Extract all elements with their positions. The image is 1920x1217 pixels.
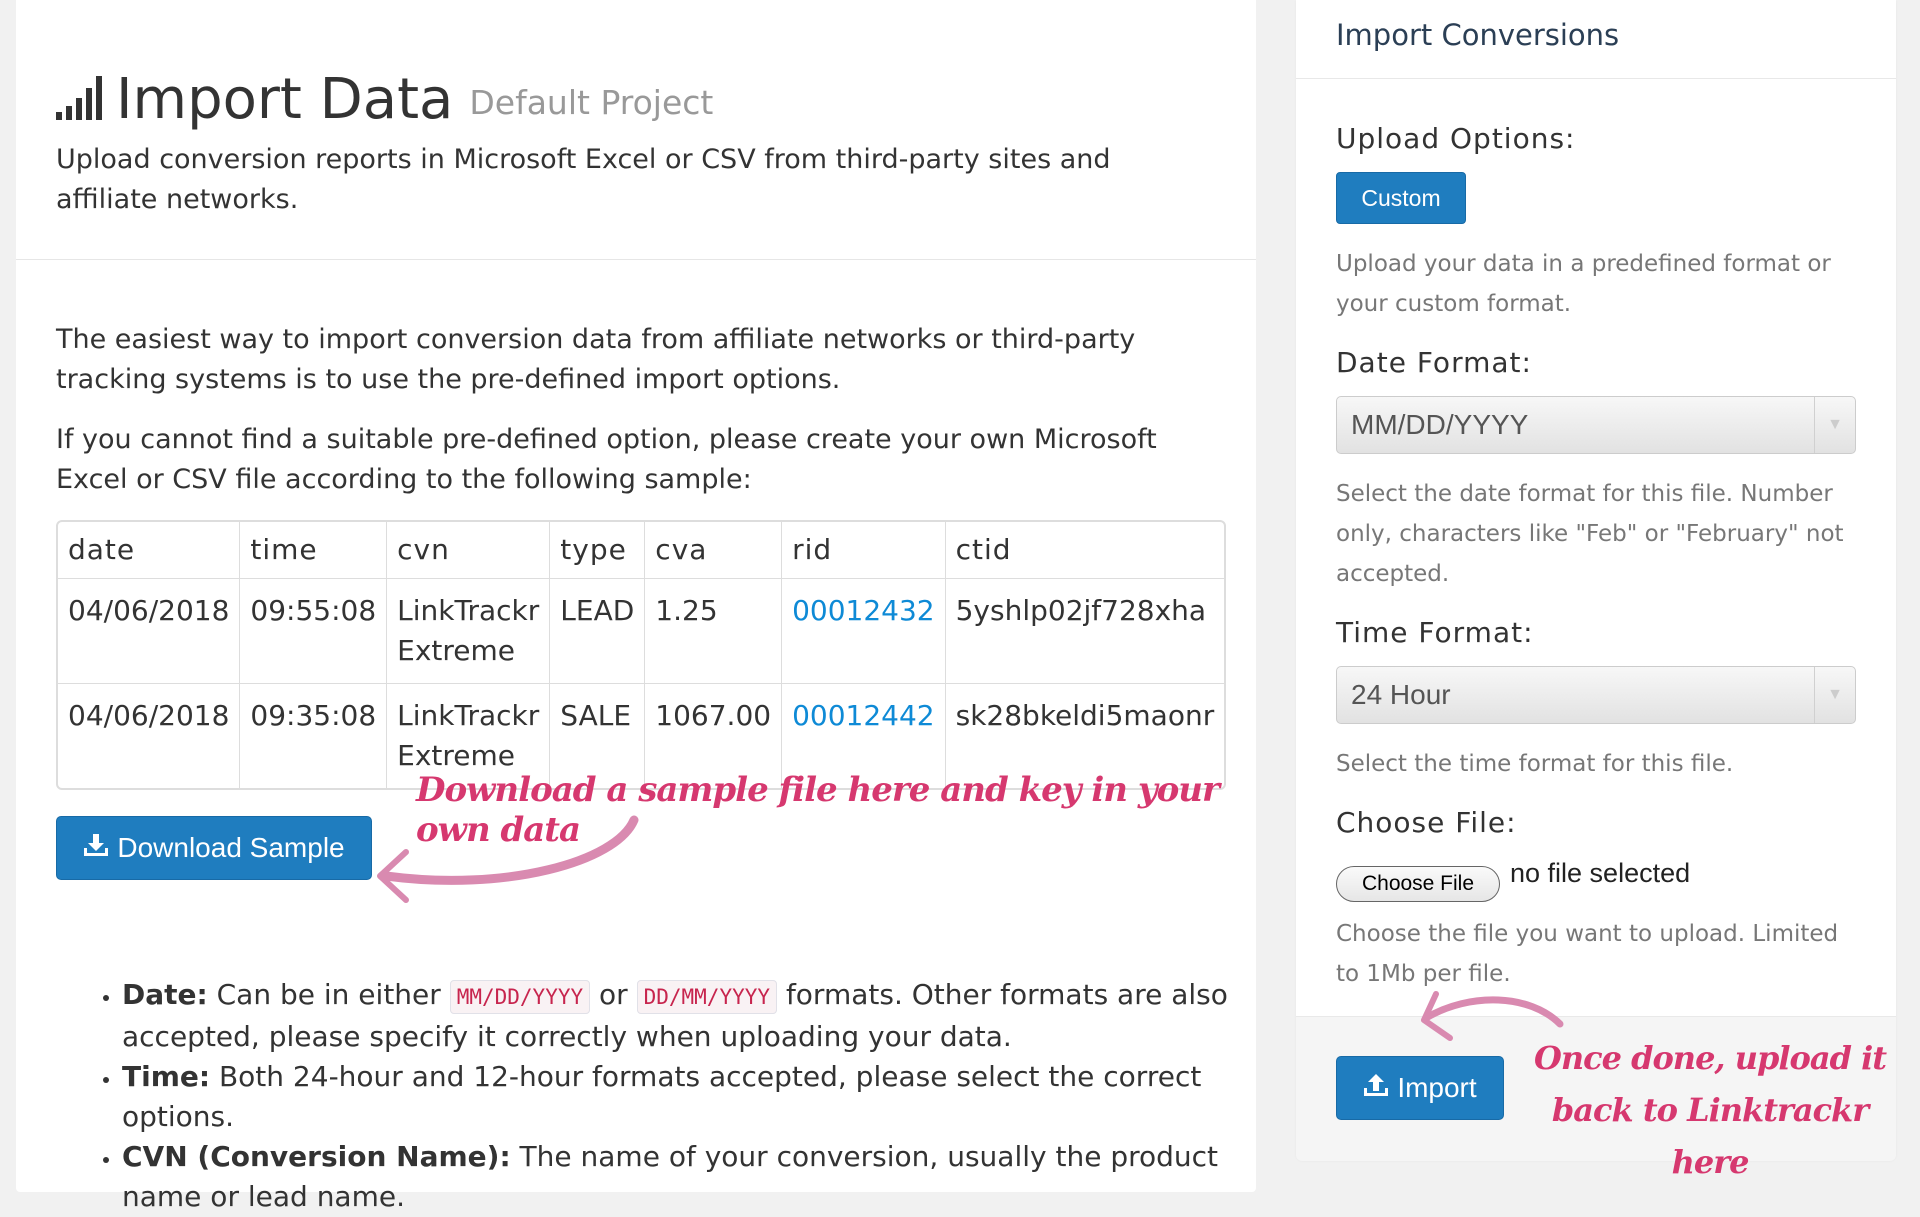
- time-format-select[interactable]: 24 Hour ▼: [1336, 666, 1856, 724]
- table-row: 04/06/2018 09:55:08 LinkTrackr Extreme L…: [58, 578, 1225, 683]
- download-sample-button[interactable]: Download Sample: [56, 816, 372, 880]
- cell-date: 04/06/2018: [58, 578, 240, 683]
- column-header: time: [239, 522, 386, 578]
- field-notes-list: Date: Can be in either MM/DD/YYYY or DD/…: [56, 975, 1302, 1217]
- choose-file-label: Choose File:: [1336, 806, 1517, 839]
- project-name: Default Project: [469, 83, 714, 122]
- note-time: Time: Both 24-hour and 12-hour formats a…: [122, 1057, 1302, 1137]
- date-format-value: MM/DD/YYYY: [1351, 409, 1529, 440]
- no-file-status: no file selected: [1510, 858, 1691, 888]
- note-date: Date: Can be in either MM/DD/YYYY or DD/…: [122, 975, 1302, 1057]
- note-text: or: [599, 978, 628, 1011]
- cell-time: 09:55:08: [239, 578, 387, 683]
- download-icon: [83, 832, 109, 864]
- column-header: cvn: [386, 522, 549, 578]
- page-intro: Upload conversion reports in Microsoft E…: [56, 144, 1111, 215]
- time-format-help: Select the time format for this file.: [1336, 751, 1734, 777]
- column-header: cva: [644, 522, 781, 578]
- note-cvn: CVN (Conversion Name): The name of your …: [122, 1137, 1302, 1217]
- import-data-panel: Import Data Default Project Upload conve…: [16, 0, 1256, 1213]
- chevron-down-icon: ▼: [1814, 667, 1855, 723]
- import-label: Import: [1397, 1072, 1477, 1103]
- signal-bars-icon: [56, 70, 102, 120]
- custom-option-button[interactable]: Custom: [1336, 172, 1466, 224]
- column-header: rid: [781, 522, 945, 578]
- choose-file-help: Choose the file you want to upload. Limi…: [1336, 921, 1839, 987]
- panel-divider: [1296, 78, 1896, 79]
- title-row: Import Data Default Project: [56, 70, 713, 130]
- cell-cva: 1.25: [644, 578, 782, 683]
- cell-cvn: LinkTrackr Extreme: [386, 578, 550, 683]
- annotation-arrow-download: [377, 815, 639, 903]
- date-format-label: Date Format:: [1336, 346, 1532, 379]
- page-title: Import Data: [116, 67, 454, 132]
- format-code: MM/DD/YYYY: [449, 980, 591, 1014]
- upload-options-label: Upload Options:: [1336, 122, 1576, 155]
- date-format-help: Select the date format for this file. Nu…: [1336, 481, 1844, 587]
- upload-options-help: Upload your data in a predefined format …: [1336, 251, 1831, 317]
- format-code: DD/MM/YYYY: [636, 980, 778, 1014]
- cell-type: LEAD: [549, 578, 645, 683]
- note-term: Time:: [122, 1060, 211, 1093]
- choose-file-button[interactable]: Choose File: [1336, 866, 1500, 902]
- time-format-value: 24 Hour: [1351, 679, 1451, 710]
- cell-ctid: 5yshlp02jf728xha: [944, 578, 1225, 683]
- upload-icon: [1363, 1072, 1389, 1104]
- note-term: Date:: [122, 978, 208, 1011]
- import-conversions-panel: Import Conversions Upload Options: Custo…: [1296, 0, 1896, 1161]
- download-sample-label: Download Sample: [117, 832, 345, 863]
- intro-paragraph-2: If you cannot find a suitable pre-define…: [56, 424, 1157, 495]
- column-header: type: [549, 522, 644, 578]
- date-format-select[interactable]: MM/DD/YYYY ▼: [1336, 396, 1856, 454]
- intro-paragraph-1: The easiest way to import conversion dat…: [56, 324, 1136, 395]
- import-button[interactable]: Import: [1336, 1056, 1504, 1120]
- chevron-down-icon: ▼: [1814, 397, 1855, 453]
- sample-table: date time cvn type cva rid ctid 04/06/20…: [56, 520, 1227, 790]
- note-text: Both 24-hour and 12-hour formats accepte…: [122, 1060, 1202, 1133]
- cell-time: 09:35:08: [239, 683, 387, 788]
- column-header: ctid: [944, 522, 1225, 578]
- note-text: Can be in either: [216, 978, 441, 1011]
- annotation-upload: Once done, upload it back to Linktrackr …: [1533, 1039, 1887, 1181]
- page-header: Import Data Default Project Upload conve…: [16, 0, 1256, 260]
- table-header-row: date time cvn type cva rid ctid: [58, 522, 1224, 578]
- column-header: date: [68, 533, 136, 566]
- cell-date: 04/06/2018: [58, 683, 240, 788]
- time-format-label: Time Format:: [1336, 616, 1534, 649]
- panel-title: Import Conversions: [1336, 18, 1620, 52]
- note-term: CVN (Conversion Name):: [122, 1140, 511, 1173]
- cell-rid-link[interactable]: 00012432: [781, 578, 945, 683]
